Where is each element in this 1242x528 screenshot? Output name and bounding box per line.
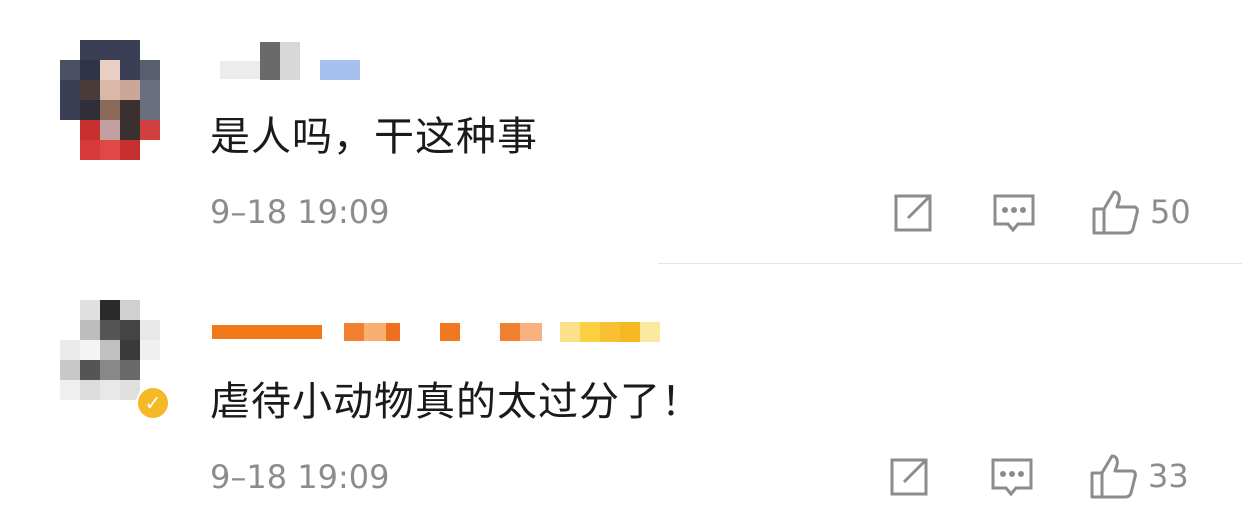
share-icon xyxy=(888,456,930,498)
comment-text: 是人吗，干这种事 xyxy=(210,114,538,160)
comment-icon xyxy=(992,192,1036,236)
comment-text: 虐待小动物真的太过分了！ xyxy=(210,379,702,425)
verified-badge-icon: ✓ xyxy=(136,386,170,420)
username[interactable] xyxy=(212,320,660,344)
comment-time: 9–18 19:09 xyxy=(210,458,390,496)
comment-icon xyxy=(990,456,1034,500)
like-count: 50 xyxy=(1150,193,1191,231)
share-icon xyxy=(892,192,934,234)
like-count: 33 xyxy=(1148,457,1189,495)
thumbs-up-icon xyxy=(1090,453,1138,499)
share-button[interactable] xyxy=(892,192,934,234)
share-button[interactable] xyxy=(888,456,930,498)
reply-button[interactable] xyxy=(990,456,1034,500)
comment-item: 是人吗，干这种事 9–18 19:09 50 xyxy=(0,0,1242,263)
comment-item: ✓ 虐待小动物真的太过分了！ 9–18 19:09 33 xyxy=(0,264,1242,528)
comment-time: 9–18 19:09 xyxy=(210,193,390,231)
username[interactable] xyxy=(220,42,360,80)
avatar[interactable] xyxy=(60,40,180,160)
like-button[interactable]: 50 xyxy=(1092,189,1191,235)
reply-button[interactable] xyxy=(992,192,1036,236)
like-button[interactable]: 33 xyxy=(1090,453,1189,499)
thumbs-up-icon xyxy=(1092,189,1140,235)
